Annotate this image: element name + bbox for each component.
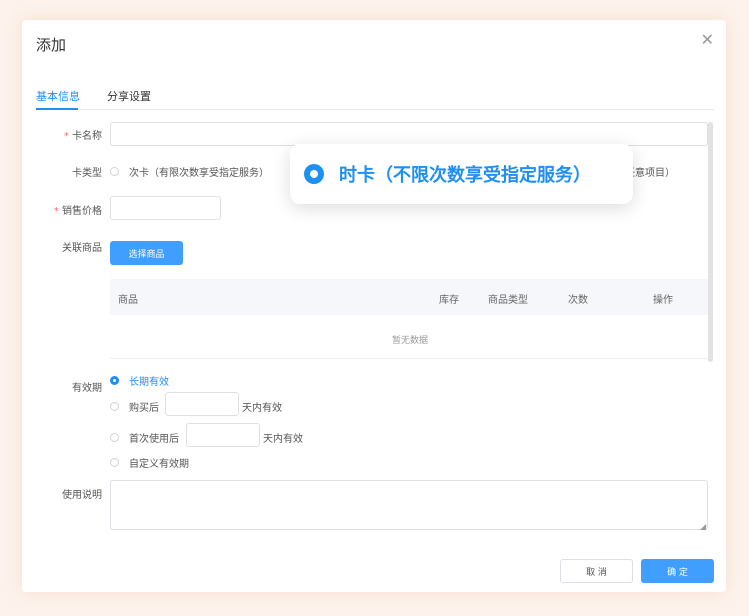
- radio-label: 自定义有效期: [129, 459, 189, 470]
- radio-label: 首次使用后: [129, 434, 179, 445]
- resize-handle-icon[interactable]: ◢: [700, 522, 706, 531]
- dialog-title: 添加: [36, 36, 67, 54]
- table-header: 商品 库存 商品类型 次数 操作: [110, 279, 710, 315]
- radio-label: 购买后: [129, 403, 159, 414]
- price-label: * 销售价格: [22, 202, 102, 217]
- usage-note-textarea[interactable]: [110, 480, 708, 530]
- tab-share-settings[interactable]: 分享设置: [107, 88, 151, 104]
- days-suffix-text: 天内有效: [242, 403, 282, 414]
- radio-circle-selected: [110, 376, 119, 385]
- active-tab-indicator: [36, 108, 78, 110]
- card-name-input[interactable]: [110, 122, 708, 146]
- radio-circle: [110, 458, 119, 467]
- column-header-goods-type: 商品类型: [488, 295, 528, 306]
- price-input[interactable]: [110, 196, 221, 220]
- radio-label: 长期有效: [129, 377, 169, 388]
- days-after-first-use-input[interactable]: [186, 423, 260, 447]
- validity-after-first-use-radio[interactable]: 首次使用后: [110, 430, 179, 445]
- validity-after-purchase-radio[interactable]: 购买后: [110, 399, 159, 414]
- card-type-time-radio-zoomed[interactable]: 时卡（不限次数享受指定服务）: [290, 144, 633, 204]
- validity-custom-radio[interactable]: 自定义有效期: [110, 455, 189, 470]
- close-icon[interactable]: ✕: [701, 32, 714, 48]
- card-type-count-radio[interactable]: 次卡（有限次数享受指定服务）: [110, 164, 269, 179]
- radio-circle-selected: [304, 164, 324, 184]
- card-name-label: * 卡名称: [22, 127, 102, 142]
- radio-label: 时卡（不限次数享受指定服务）: [339, 165, 591, 186]
- select-goods-button[interactable]: 选择商品: [110, 241, 183, 265]
- table-empty-text: 暂无数据: [391, 336, 428, 346]
- column-header-goods: 商品: [118, 295, 138, 306]
- linked-goods-label: 关联商品: [62, 243, 102, 254]
- price-label-text: 销售价格: [62, 206, 102, 217]
- radio-label: 次卡（有限次数享受指定服务）: [129, 168, 269, 179]
- add-card-dialog: 添加 ✕ 基本信息 分享设置 * 卡名称 卡类型 次卡（有限次数享受指定服务） …: [22, 20, 726, 592]
- column-header-action: 操作: [653, 295, 673, 306]
- confirm-button[interactable]: 确 定: [641, 559, 714, 583]
- column-header-count: 次数: [568, 295, 588, 306]
- radio-circle: [110, 433, 119, 442]
- card-name-label-text: 卡名称: [72, 131, 102, 142]
- usage-note-label: 使用说明: [62, 490, 102, 501]
- days-after-purchase-input[interactable]: [165, 392, 239, 416]
- radio-circle: [110, 402, 119, 411]
- goods-table: 商品 库存 商品类型 次数 操作 暂无数据: [110, 279, 710, 359]
- days-suffix-text: 天内有效: [263, 434, 303, 445]
- validity-label: 有效期: [72, 383, 102, 394]
- column-header-stock: 库存: [439, 295, 459, 306]
- radio-circle: [110, 167, 119, 176]
- form-scrollbar[interactable]: [708, 122, 713, 362]
- tab-basic-info[interactable]: 基本信息: [36, 88, 80, 104]
- tab-bar: 基本信息 分享设置: [36, 88, 714, 110]
- card-type-label: 卡类型: [72, 168, 102, 179]
- cancel-button[interactable]: 取 消: [560, 559, 633, 583]
- required-mark: *: [63, 131, 69, 142]
- validity-permanent-radio[interactable]: 长期有效: [110, 373, 169, 388]
- required-mark: *: [53, 206, 59, 217]
